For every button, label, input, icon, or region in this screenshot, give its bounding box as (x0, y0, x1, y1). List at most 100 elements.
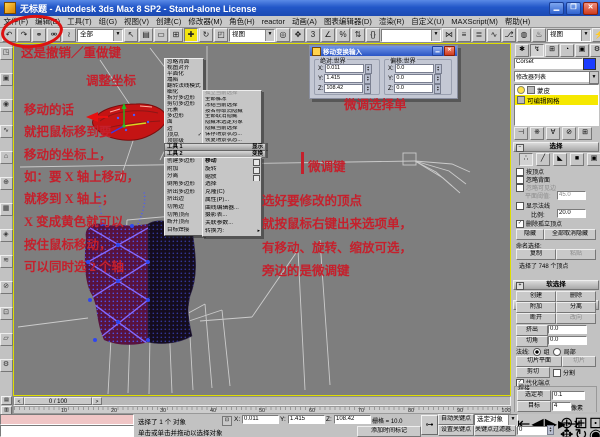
chevron-down-icon[interactable]: ▼ (589, 71, 599, 84)
select-object-icon[interactable]: ↖ (124, 28, 138, 42)
minimize-button[interactable]: ▁ (549, 2, 564, 15)
reactor-utils-icon[interactable]: ⚙ (0, 359, 13, 372)
weld-target-field[interactable]: 4 (552, 402, 571, 411)
rectangular-selection-region-icon[interactable]: ▭ (154, 28, 168, 42)
move-transform-type-in-dialog[interactable]: 移动变换输入 ▁ ✕ 绝对:世界 X: 0.011▴▾ Y: 1.415▴▾ Z… (309, 45, 458, 99)
bind-to-spacewarp-icon[interactable]: ≀ (62, 28, 76, 42)
abs-z-spinner[interactable]: ▴▾ (364, 84, 371, 94)
add-time-tag-button[interactable]: 添加时间标记 (357, 426, 421, 437)
expand-icon[interactable]: + (516, 282, 524, 290)
quad-menu-item[interactable]: 切角边 (165, 204, 203, 212)
menu-item[interactable]: 组(G) (95, 16, 120, 27)
normal-group-radio[interactable] (533, 348, 541, 356)
planar-thresh-field[interactable]: 45.0 (557, 191, 586, 200)
off-x-spinner[interactable]: ▴▾ (435, 64, 442, 74)
weld-target-button[interactable]: 目标 (517, 401, 551, 412)
show-end-result-icon[interactable]: ※ (530, 127, 544, 140)
weld-threshold-field[interactable]: 0.1 (552, 391, 585, 400)
abs-x-field[interactable]: 0.011 (325, 64, 364, 73)
time-slider-handle[interactable]: 0 / 100 (24, 397, 92, 405)
dialog-title-bar[interactable]: 移动变换输入 ▁ ✕ (310, 46, 457, 56)
pin-stack-icon[interactable]: ⊣ (514, 127, 528, 140)
layer-manager-icon[interactable]: ≣ (472, 28, 486, 42)
off-z-field[interactable]: 0.0 (394, 84, 433, 93)
close-button[interactable]: ✕ (583, 2, 598, 15)
chevron-down-icon[interactable]: ▼ (431, 30, 440, 41)
zoom-region-icon[interactable]: ◉ (589, 425, 600, 437)
extrude-button[interactable]: 挤出 (516, 325, 548, 336)
quad-menu-item[interactable]: 创建多边形 (165, 158, 203, 166)
quad-menu-item[interactable]: 断开顶点 (165, 219, 203, 227)
menu-item[interactable]: reactor (258, 17, 288, 26)
reactor-rope-icon[interactable]: ∿ (0, 125, 13, 138)
tab-display[interactable]: ▣ (575, 44, 589, 57)
set-keys-button[interactable]: 设置关键点 (438, 425, 474, 436)
attach-button[interactable]: 附加 (516, 302, 556, 313)
reactor-water-icon[interactable]: ≋ (0, 255, 13, 268)
delete-button[interactable]: 删除 (556, 291, 596, 302)
cut-button[interactable]: 剪切 (516, 367, 550, 378)
collapse-icon[interactable]: − (516, 144, 524, 152)
reactor-fracture-icon[interactable]: ◈ (0, 229, 13, 242)
quad-menu-item[interactable]: 目标焊接 (165, 227, 203, 235)
quad-menu-item[interactable]: 转换为: (203, 228, 261, 236)
coord-x-field[interactable]: 0.011 (242, 415, 279, 424)
selection-filter-dropdown[interactable]: 全部▼ (77, 29, 123, 42)
abs-y-field[interactable]: 1.415 (324, 74, 363, 83)
vertex-subobject-icon[interactable]: ∴ (519, 153, 533, 166)
tab-modify[interactable]: ↯ (530, 44, 544, 57)
quad-menu-item[interactable]: 关联参数... (203, 220, 261, 228)
reactor-motor-icon[interactable]: ⊡ (0, 307, 13, 320)
slice-button[interactable]: 切片 (562, 356, 596, 367)
chamfer-field[interactable]: 0.0 (548, 336, 587, 345)
menu-item[interactable]: 图表编辑器(D) (320, 16, 375, 27)
element-subobject-icon[interactable]: ▣ (587, 153, 600, 166)
render-type-dropdown[interactable]: 视图▼ (547, 29, 591, 42)
menu-item[interactable]: 视图(V) (121, 16, 153, 27)
abs-x-spinner[interactable]: ▴▾ (365, 64, 372, 74)
reactor-wind-icon[interactable]: ⊘ (0, 281, 13, 294)
tab-hierarchy[interactable]: ⊞ (545, 44, 559, 57)
quad-menu-item[interactable]: 挤出边 (165, 196, 203, 204)
edit-named-selections-icon[interactable]: {} (366, 28, 380, 42)
menu-item[interactable]: 自定义(U) (408, 16, 448, 27)
named-selection-sets-dropdown[interactable]: ▼ (381, 29, 441, 42)
curve-editor-icon[interactable]: ∿ (487, 28, 501, 42)
modifier-stack-row[interactable]: 蒙皮 (515, 85, 598, 95)
schematic-view-icon[interactable]: ⎇ (502, 28, 516, 42)
face-subobject-icon[interactable]: ◣ (553, 153, 567, 166)
coord-z-field[interactable]: 108.42 (334, 415, 371, 424)
quad-menu-item[interactable]: 切角顶点 (165, 212, 203, 220)
off-x-field[interactable]: 0.0 (395, 64, 434, 73)
reactor-plane-icon[interactable]: ▱ (0, 333, 13, 346)
menu-item[interactable]: 修改器(M) (185, 16, 226, 27)
align-icon[interactable]: ≡ (457, 28, 471, 42)
quad-menu-item[interactable]: 旋转 (203, 166, 261, 174)
reactor-constraint-icon[interactable]: ⊕ (0, 177, 13, 190)
menu-item[interactable]: 角色(H) (226, 16, 258, 27)
set-key-toggle-button[interactable]: ⊶ (421, 415, 438, 435)
percent-snap-icon[interactable]: % (336, 28, 350, 42)
make-unique-icon[interactable]: ∀ (546, 127, 560, 140)
modifier-stack-row-selected[interactable]: 可编辑网格 (515, 95, 598, 105)
coord-y-field[interactable]: 1.415 (288, 415, 325, 424)
quad-menu-item[interactable]: 缩放 (203, 174, 261, 182)
extrude-field[interactable]: 0.0 (548, 325, 587, 334)
menu-item[interactable]: 渲染(R) (375, 16, 407, 27)
object-name-field[interactable]: Corset (514, 58, 583, 69)
quad-menu-item[interactable]: 克隆(C) (203, 189, 261, 197)
off-y-field[interactable]: 0.0 (394, 74, 433, 83)
pan-tool-icon[interactable]: ✥ (560, 425, 573, 437)
menu-item[interactable]: 工具(T) (64, 16, 96, 27)
tab-utilities[interactable]: ⚙ (590, 44, 600, 57)
chevron-down-icon[interactable]: ▼ (581, 30, 590, 41)
paste-button[interactable]: 粘贴 (556, 249, 596, 260)
slice-plane-button[interactable]: 切片平面 (516, 356, 562, 367)
auto-key-button[interactable]: 自动关键点 (438, 414, 474, 425)
reference-coordinate-dropdown[interactable]: 视图▼ (229, 29, 275, 42)
title-bar[interactable]: 无标题 - Autodesk 3ds Max 8 SP2 - Stand-alo… (0, 0, 600, 16)
menu-item[interactable]: 动画(A) (288, 16, 320, 27)
turn-button[interactable]: 改向 (556, 313, 596, 324)
quad-menu-item[interactable]: 曲线编辑器... (203, 205, 261, 213)
quad-menu-item[interactable]: 挤出多边形 (165, 189, 203, 197)
